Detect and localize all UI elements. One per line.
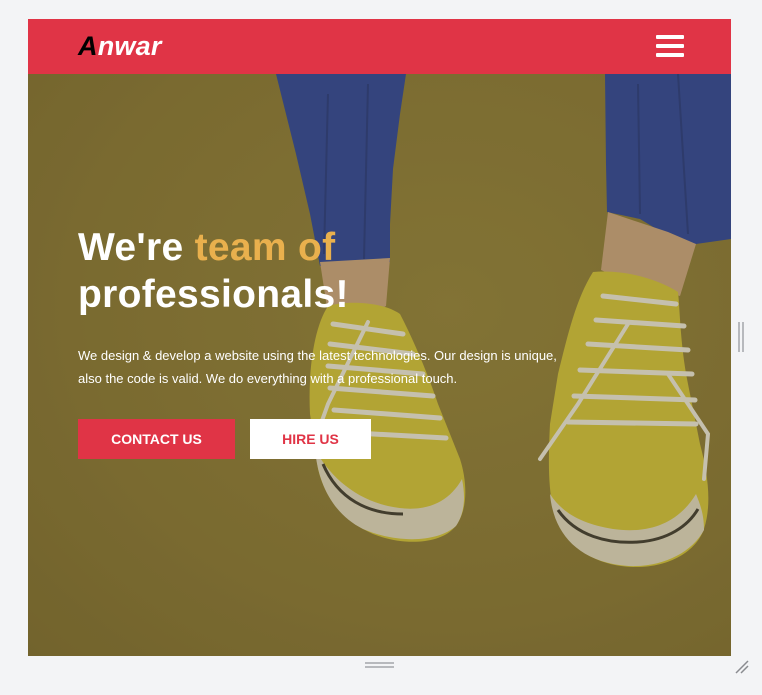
headline-highlight: team of	[194, 226, 336, 269]
navbar: Anwar	[28, 19, 731, 74]
horizontal-resize-handle-icon[interactable]	[365, 662, 394, 669]
contact-us-button[interactable]: CONTACT US	[78, 419, 235, 459]
logo[interactable]: Anwar	[78, 31, 162, 62]
logo-rest: nwar	[97, 31, 162, 61]
hero-buttons: CONTACT US HIRE US	[78, 419, 568, 459]
hero-description: We design & develop a website using the …	[78, 348, 557, 386]
resize-grip-icon[interactable]	[734, 659, 750, 675]
hire-us-button[interactable]: HIRE US	[250, 419, 371, 459]
logo-first-letter: A	[78, 31, 98, 61]
hero-headline: We're team of professionals!	[78, 224, 568, 318]
vertical-resize-handle-icon[interactable]	[738, 322, 745, 352]
hero-content: We're team of professionals! We design & …	[78, 224, 568, 459]
headline-part-1: We're	[78, 226, 195, 269]
headline-part-2: professionals!	[78, 273, 349, 316]
hero-section: We're team of professionals! We design & …	[28, 74, 731, 656]
viewport-frame: Anwar We're team of professionals! We de…	[28, 19, 731, 656]
hamburger-menu-icon[interactable]	[656, 35, 684, 57]
